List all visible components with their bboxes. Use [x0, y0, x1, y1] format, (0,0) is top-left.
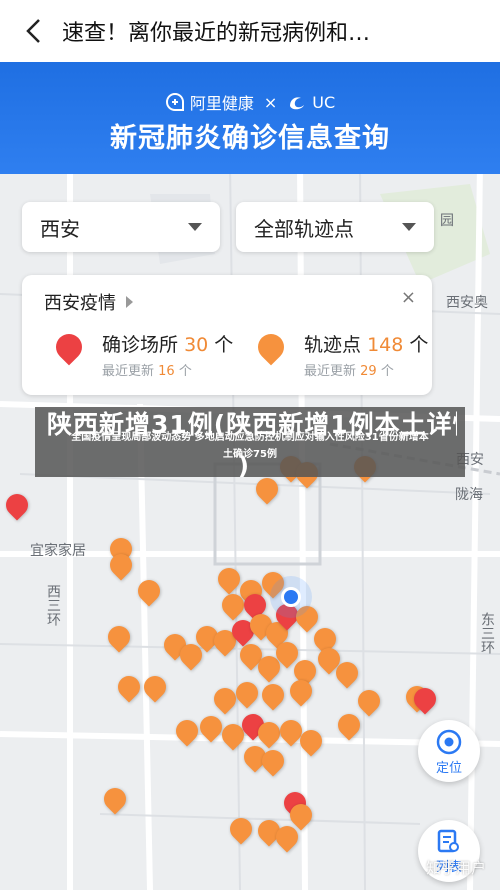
alihealth-label: 阿里健康: [189, 94, 254, 113]
track-recent-count: 29: [360, 364, 377, 379]
confirmed-count: 30: [184, 334, 209, 356]
uc-label: UC: [312, 92, 336, 112]
map-label-park: 园: [440, 213, 454, 229]
city-select-value: 西安: [40, 216, 80, 241]
track-label: 轨迹点: [304, 334, 362, 356]
track-recent-unit: 个: [380, 364, 394, 379]
confirmed-stat-line: 确诊场所 30 个: [102, 330, 233, 357]
caret-down-icon: [188, 223, 202, 231]
confirmed-label: 确诊场所: [102, 334, 179, 356]
overlay-caption: 全国疫情呈现局部波动态势 多地启动应急防控机制应对输入性风险31省份新增本 土确…: [43, 429, 457, 463]
overlay-caption-line2: 土确诊75例: [223, 449, 277, 460]
confirmed-recent: 最近更新 16 个: [102, 360, 192, 379]
track-stat-line: 轨迹点 148 个: [304, 330, 428, 357]
watermark: 知乎用户: [425, 859, 486, 877]
map-label-east-ring: 东三环: [479, 612, 495, 654]
header-banner: 阿里健康 × UC 新冠肺炎确诊信息查询: [0, 62, 500, 174]
alihealth-logo-icon: [165, 92, 184, 111]
locate-button[interactable]: 定位: [418, 720, 480, 782]
brand-separator: ×: [263, 92, 278, 112]
locate-label: 定位: [435, 760, 462, 776]
orange-pin-icon: [252, 328, 290, 366]
chevron-right-icon: [126, 296, 133, 308]
info-card-title-text: 西安疫情: [44, 293, 116, 314]
confirmed-recent-count: 16: [158, 364, 175, 379]
caret-down-icon: [402, 223, 416, 231]
list-icon: [437, 829, 459, 852]
banner-title: 新冠肺炎确诊信息查询: [110, 123, 390, 154]
page-title: 速查！离你最近的新冠病例和…: [62, 21, 371, 46]
overlay-paren: ): [238, 452, 249, 480]
confirmed-recent-prefix: 最近更新: [102, 364, 155, 379]
map-label-longhai: 陇海: [455, 487, 483, 503]
uc-logo-icon: [290, 97, 305, 110]
current-location-icon: [270, 576, 312, 618]
confirmed-recent-unit: 个: [178, 364, 192, 379]
map-label-west-ring: 西三环: [45, 584, 61, 626]
confirmed-unit: 个: [214, 334, 234, 356]
track-filter-select[interactable]: 全部轨迹点: [236, 202, 434, 252]
track-unit: 个: [409, 334, 429, 356]
track-recent: 最近更新 29 个: [304, 360, 394, 379]
close-icon[interactable]: ×: [401, 287, 416, 308]
news-caption-overlay: 陕西新增31例(陕西新增1例本土详情 全国疫情呈现局部波动态势 多地启动应急防控…: [35, 407, 465, 477]
crosshair-icon: [436, 729, 462, 754]
track-filter-value: 全部轨迹点: [254, 216, 354, 241]
track-count: 148: [367, 334, 404, 356]
epidemic-info-card: 西安疫情 × 确诊场所 30 个 最近更新 16 个 轨迹点 148 个 最近更…: [22, 275, 432, 395]
brand-row: 阿里健康 × UC: [0, 90, 500, 114]
back-icon[interactable]: [18, 16, 48, 46]
map-label-xian-east: 西安奥: [446, 295, 488, 311]
overlay-caption-line1: 全国疫情呈现局部波动态势 多地启动应急防控机制应对输入性风险31省份新增本: [71, 432, 429, 443]
red-pin-icon: [50, 328, 88, 366]
city-select[interactable]: 西安: [22, 202, 220, 252]
track-recent-prefix: 最近更新: [304, 364, 357, 379]
info-card-title[interactable]: 西安疫情: [44, 289, 133, 315]
map-label-yijia: 宜家家居: [30, 543, 86, 559]
uc-brand: UC: [287, 92, 335, 112]
alihealth-brand: 阿里健康: [165, 90, 254, 114]
top-bar: 速查！离你最近的新冠病例和…: [0, 0, 500, 63]
